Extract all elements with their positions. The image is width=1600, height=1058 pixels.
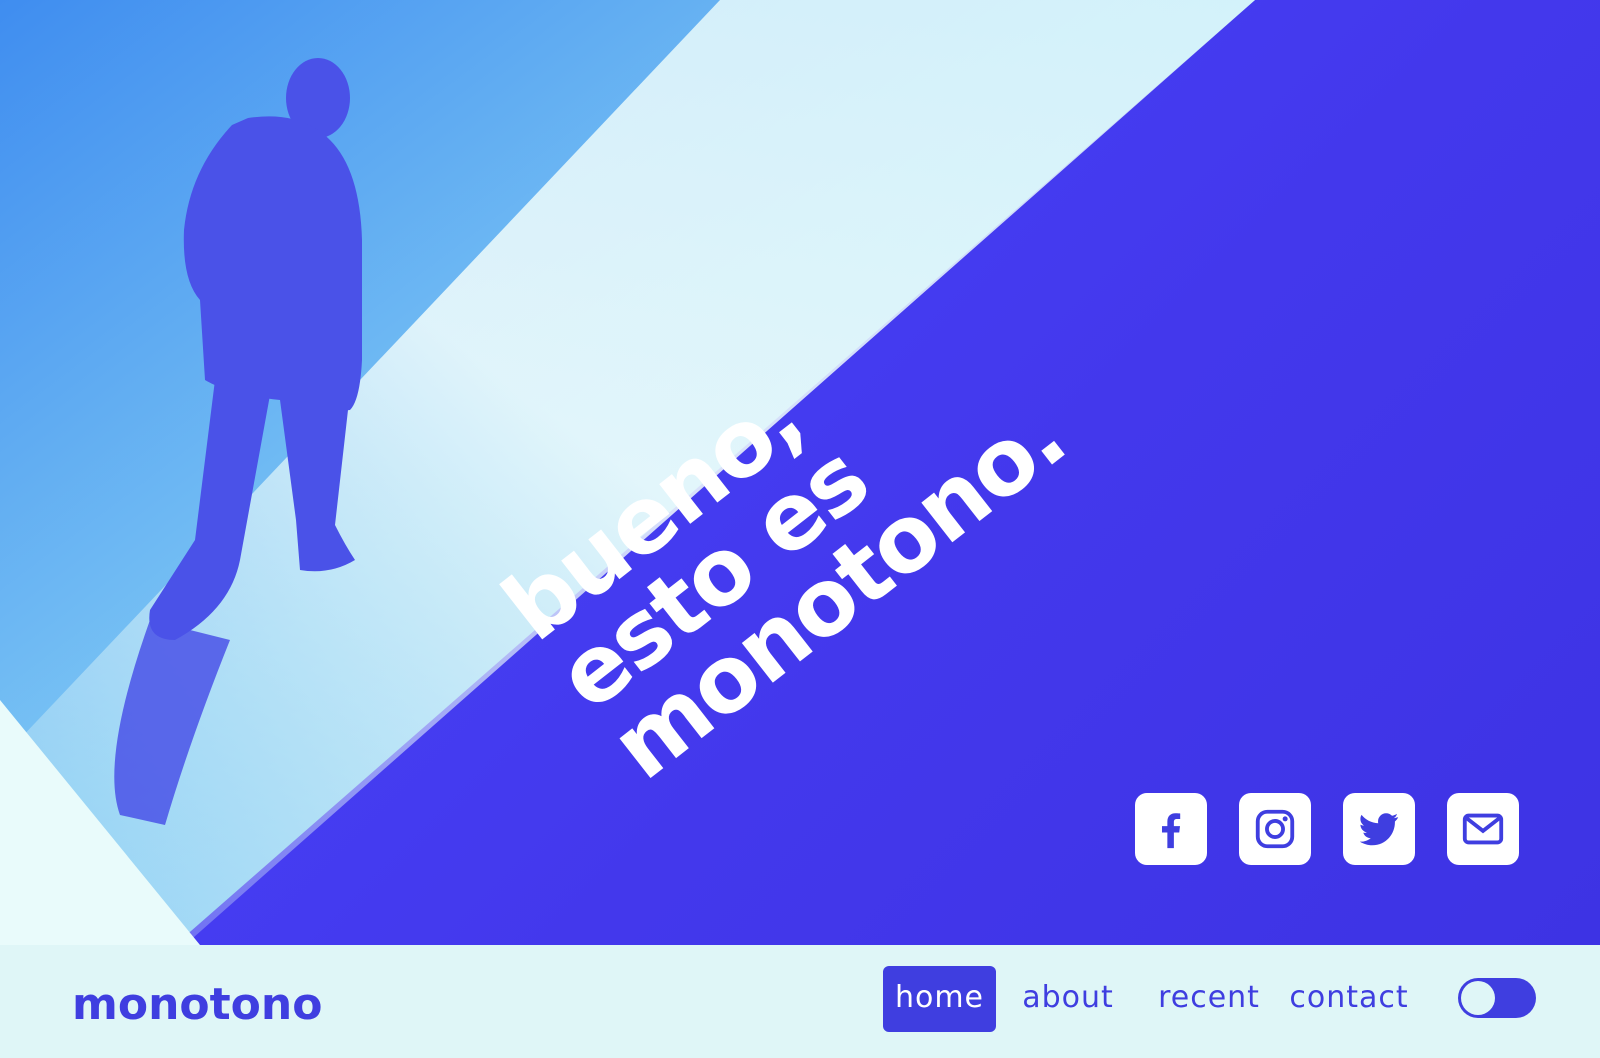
facebook-button[interactable]	[1135, 793, 1207, 865]
instagram-icon	[1255, 809, 1295, 849]
nav-home[interactable]: home	[883, 966, 996, 1032]
twitter-button[interactable]	[1343, 793, 1415, 865]
theme-toggle-icon	[1461, 981, 1495, 1015]
mail-button[interactable]	[1447, 793, 1519, 865]
twitter-icon	[1359, 813, 1399, 846]
facebook-icon	[1161, 813, 1181, 849]
hero-section: bueno, esto es monotono.	[0, 0, 1600, 945]
nav-contact[interactable]: contact	[1285, 966, 1413, 1032]
theme-toggle[interactable]	[1458, 978, 1536, 1018]
nav-about[interactable]: about	[1015, 966, 1121, 1032]
instagram-button[interactable]	[1239, 793, 1311, 865]
nav-recent[interactable]: recent	[1148, 966, 1270, 1032]
mail-icon	[1462, 813, 1504, 845]
site-logo[interactable]: monotono	[72, 980, 322, 1030]
